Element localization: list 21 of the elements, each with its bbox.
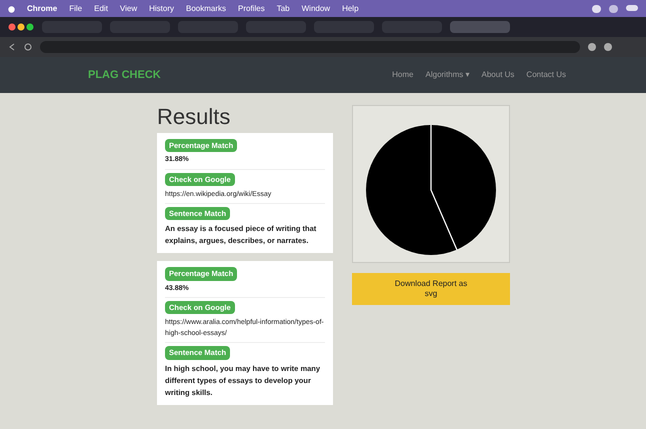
menu-item[interactable]: Help [342,2,359,14]
nav-link[interactable]: About Us [482,69,514,81]
apple-logo-icon[interactable] [8,4,15,12]
menu-item[interactable]: Profiles [238,2,265,14]
reload-icon[interactable] [24,43,32,51]
menu-item[interactable]: Chrome [27,2,58,14]
menu-item[interactable]: View [120,2,138,14]
menu-item[interactable]: Edit [94,2,108,14]
battery-icon[interactable] [626,4,638,10]
nav-link[interactable]: Home [392,69,414,81]
menu-item[interactable]: Tab [276,2,290,14]
menu-item[interactable]: Bookmarks [186,2,226,14]
menu-item[interactable]: File [69,2,82,14]
site-logo[interactable]: PLAG CHECK [88,66,161,84]
menu-item[interactable]: History [149,2,174,14]
window-controls-icon[interactable] [8,23,34,31]
page-heading: Results [157,103,232,131]
menu-item[interactable]: Window [302,2,330,14]
nav-link[interactable]: Algorithms ▾ [426,69,470,81]
nav-link[interactable]: Contact Us [526,69,566,81]
download-report-button[interactable]: Download Report as svg [352,273,510,305]
